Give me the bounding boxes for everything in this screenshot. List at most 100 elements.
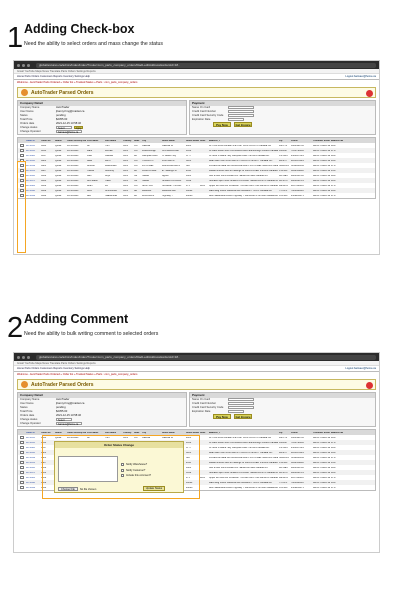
- column-header[interactable]: Order Delivery Date: [66, 432, 86, 434]
- change-status-select[interactable]: Select: [56, 418, 72, 422]
- row-checkbox[interactable]: [20, 460, 24, 465]
- column-header[interactable]: Order ID: [25, 432, 40, 434]
- column-header[interactable]: Address Match: [330, 140, 343, 142]
- row-checkbox[interactable]: [20, 163, 24, 168]
- column-header[interactable]: Order Delivery Date: [66, 140, 86, 142]
- column-header[interactable]: Zip: [278, 140, 290, 142]
- row-checkbox[interactable]: [20, 475, 24, 480]
- row-checkbox[interactable]: [20, 153, 24, 158]
- order-id-link[interactable]: 8871026: [25, 155, 40, 157]
- column-header[interactable]: Street Number: [185, 140, 199, 142]
- row-checkbox[interactable]: [20, 440, 24, 445]
- card-code-input[interactable]: [228, 406, 254, 410]
- order-id-link[interactable]: 8871033: [25, 160, 40, 162]
- operator-input[interactable]: barnaux@home.ca: [56, 422, 82, 426]
- change-status-select[interactable]: Select: [56, 126, 72, 130]
- order-id-link[interactable]: 8871051: [25, 170, 40, 172]
- column-header[interactable]: Country: [122, 432, 133, 434]
- column-header[interactable]: Customer Instructions: [312, 432, 330, 434]
- column-header[interactable]: Last Name: [104, 140, 122, 142]
- column-header[interactable]: Street Number: [185, 432, 199, 434]
- nav-links[interactable]: Home Parts Orders Customers Reports Inve…: [17, 75, 90, 78]
- expiration-select[interactable]: [228, 118, 244, 122]
- row-checkbox[interactable]: [20, 193, 24, 198]
- expiration-select[interactable]: [228, 410, 244, 414]
- order-id-link[interactable]: 8871099: [25, 195, 40, 197]
- row-checkbox[interactable]: [20, 470, 24, 475]
- row-checkbox[interactable]: [20, 480, 24, 485]
- row-checkbox[interactable]: [20, 450, 24, 455]
- column-header[interactable]: Address_1: [208, 432, 278, 434]
- order-id-link[interactable]: 8871084: [25, 185, 40, 187]
- order-id-link[interactable]: 8871084: [25, 477, 40, 479]
- column-header[interactable]: First Name: [86, 140, 104, 142]
- pay-now-button[interactable]: Pay Now: [213, 414, 231, 419]
- order-id-link[interactable]: 8871049: [25, 457, 40, 459]
- order-id-link[interactable]: 8871099: [25, 487, 40, 489]
- include-comment-option[interactable]: Include this comment?: [121, 473, 151, 479]
- order-id-link[interactable]: 8871070: [25, 180, 40, 182]
- checkbox[interactable]: [121, 474, 124, 478]
- row-checkbox[interactable]: [20, 455, 24, 460]
- order-id-link[interactable]: 8871092: [25, 190, 40, 192]
- column-header[interactable]: City: [141, 140, 161, 142]
- nav-links[interactable]: Home Parts Orders Customers Reports Inve…: [17, 367, 90, 370]
- column-header[interactable]: Last Name: [104, 432, 122, 434]
- row-checkbox[interactable]: [20, 158, 24, 163]
- row-checkbox[interactable]: [20, 183, 24, 188]
- order-id-link[interactable]: 8871063: [25, 175, 40, 177]
- order-id-link[interactable]: 8871063: [25, 467, 40, 469]
- get-invoice-button[interactable]: Get Invoice: [234, 414, 252, 419]
- logout-link[interactable]: Logout barnaux@home.ca: [345, 75, 376, 78]
- apply-button[interactable]: Apply: [74, 126, 83, 130]
- column-header[interactable]: Phone: [290, 140, 312, 142]
- checkbox[interactable]: [121, 468, 124, 472]
- row-checkbox[interactable]: [20, 178, 24, 183]
- order-id-link[interactable]: 8871070: [25, 472, 40, 474]
- column-header[interactable]: Suite: [199, 432, 208, 434]
- operator-input[interactable]: barnaux@home.ca: [56, 130, 82, 134]
- column-header[interactable]: Suite: [199, 140, 208, 142]
- column-header[interactable]: Zip: [278, 432, 290, 434]
- table-row[interactable]: 88710993940 Quote 10-11-2021 Ben Haavensuki C…: [18, 193, 375, 198]
- column-header[interactable]: Status: [54, 432, 66, 434]
- row-checkbox[interactable]: [20, 143, 24, 148]
- row-checkbox[interactable]: [20, 168, 24, 173]
- card-number-input[interactable]: [228, 110, 254, 114]
- address-bar[interactable]: globaltextures.ca/admin/index/index/?rou…: [36, 354, 376, 360]
- choose-file-button[interactable]: Choose File: [58, 487, 78, 491]
- card-number-input[interactable]: [228, 402, 254, 406]
- card-name-input[interactable]: [228, 398, 254, 402]
- column-header[interactable]: Phone: [290, 432, 312, 434]
- checkbox[interactable]: [121, 463, 124, 467]
- row-checkbox[interactable]: [20, 173, 24, 178]
- row-checkbox[interactable]: [20, 485, 24, 490]
- row-checkbox[interactable]: [20, 445, 24, 450]
- update-status-button[interactable]: Update Status: [143, 486, 165, 491]
- get-invoice-button[interactable]: Get Invoice: [234, 122, 252, 127]
- column-header[interactable]: Order No: [40, 140, 54, 142]
- column-header[interactable]: Order ID: [25, 140, 40, 142]
- column-header[interactable]: Order No: [40, 432, 54, 434]
- column-header[interactable]: First Name: [86, 432, 104, 434]
- column-header[interactable]: Customer Instructions: [312, 140, 330, 142]
- column-header[interactable]: Address_1: [208, 140, 278, 142]
- logout-link[interactable]: Logout barnaux@home.ca: [345, 367, 376, 370]
- column-header[interactable]: City: [141, 432, 161, 434]
- order-id-link[interactable]: 8871015: [25, 442, 40, 444]
- column-header[interactable]: Street Name: [161, 140, 185, 142]
- row-checkbox[interactable]: [20, 435, 24, 440]
- column-header[interactable]: Address Match: [330, 432, 343, 434]
- order-id-link[interactable]: 8871092: [25, 482, 40, 484]
- order-id-link[interactable]: 8871051: [25, 462, 40, 464]
- order-id-link[interactable]: 8871011: [25, 437, 40, 439]
- card-name-input[interactable]: [228, 106, 254, 110]
- order-id-link[interactable]: 8871026: [25, 447, 40, 449]
- order-id-link[interactable]: 8871011: [25, 145, 40, 147]
- column-header[interactable]: Street Name: [161, 432, 185, 434]
- card-code-input[interactable]: [228, 114, 254, 118]
- order-id-link[interactable]: 8871015: [25, 150, 40, 152]
- column-header[interactable]: Country: [122, 140, 133, 142]
- order-id-link[interactable]: 8871033: [25, 452, 40, 454]
- column-header[interactable]: State: [133, 432, 141, 434]
